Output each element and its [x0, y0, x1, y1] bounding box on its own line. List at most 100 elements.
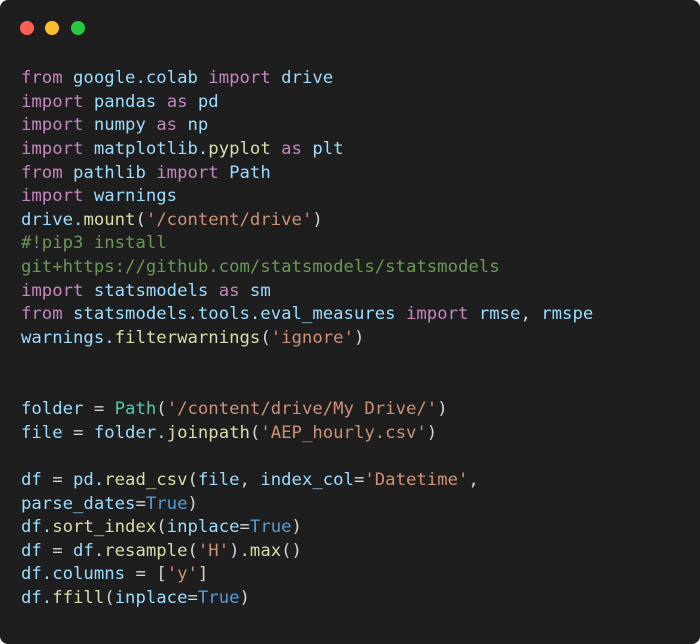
code-token: , [468, 469, 479, 490]
code-token: max [249, 540, 282, 561]
code-token: df. [73, 540, 105, 561]
code-line: from statsmodels.tools.eval_measures imp… [21, 303, 593, 327]
code-token: resample [104, 540, 188, 561]
code-token: ) [353, 328, 365, 349]
code-token: google.colab [73, 68, 198, 88]
code-line: df.columns = ['y'] [21, 563, 593, 587]
code-token: = [239, 517, 250, 538]
code-token: from [21, 68, 63, 88]
code-token: statsmodels [93, 280, 209, 301]
close-window-dot-icon[interactable] [20, 21, 34, 35]
code-token: ) [187, 493, 198, 514]
code-block: from google.colab import drive import pan… [21, 67, 593, 611]
code-token: df. [21, 588, 53, 609]
code-token: rmspe [541, 304, 594, 325]
code-line: import statsmodels as sm [21, 280, 593, 304]
code-token: as [156, 115, 178, 136]
code-token: Path [229, 162, 271, 183]
code-token: ) [437, 398, 448, 419]
code-token: file [197, 469, 240, 490]
code-token: read_csv [104, 469, 188, 490]
code-token: Path [114, 398, 157, 419]
code-token: ( [156, 398, 167, 419]
code-token: pd. [73, 469, 105, 490]
code-token: , [520, 304, 542, 325]
code-token: as [218, 280, 240, 301]
code-token: folder. [93, 422, 167, 443]
code-token: git+https://github.com/statsmodels/stats… [21, 257, 500, 278]
code-token: warnings [93, 186, 178, 207]
maximize-window-dot-icon[interactable] [71, 21, 85, 35]
code-token: import [21, 91, 84, 112]
code-token: as [281, 138, 302, 159]
code-token: drive. [21, 209, 84, 230]
code-token: import [21, 138, 84, 159]
code-token: ( [249, 422, 261, 443]
code-token: inplace [114, 588, 188, 609]
code-token: ( [260, 328, 271, 349]
code-token: file [21, 422, 63, 443]
code-token: import [21, 186, 84, 207]
code-token: parse_dates [21, 493, 136, 514]
code-token: 'y' [166, 564, 198, 585]
code-token: import [21, 115, 84, 136]
code-token: , [239, 469, 261, 490]
code-line: warnings.filterwarnings('ignore') [21, 327, 593, 351]
code-line: file = folder.joinpath('AEP_hourly.csv') [21, 422, 593, 446]
code-token: from [21, 304, 63, 325]
code-token: import [156, 162, 219, 183]
code-token: df. [21, 517, 53, 538]
code-token: drive [281, 68, 334, 88]
code-token: = [41, 469, 74, 490]
code-token: ( [187, 540, 198, 561]
code-token: folder [21, 398, 84, 419]
code-line: import pandas as pd [21, 91, 593, 115]
code-token: statsmodels.tools.eval_measures [73, 304, 396, 325]
code-token: ) [312, 209, 323, 230]
code-token: ( [156, 517, 167, 538]
code-token: ( [104, 588, 115, 609]
code-token: '/content/drive' [145, 209, 313, 230]
code-token: 'H' [197, 540, 230, 561]
code-token: matplotlib. [93, 138, 209, 159]
minimize-window-dot-icon[interactable] [45, 21, 59, 35]
code-line: import numpy as np [21, 114, 593, 138]
code-token: ( [135, 209, 146, 230]
code-line: df.sort_index(inplace=True) [21, 516, 593, 540]
code-token: ffill [52, 588, 105, 609]
code-token: warnings. [21, 328, 115, 349]
code-token: = [135, 493, 146, 514]
code-line: drive.mount('/content/drive') [21, 209, 593, 233]
code-token: = [41, 540, 74, 561]
code-token: df [21, 540, 42, 561]
code-token: joinpath [166, 422, 250, 443]
code-token: ( [187, 469, 198, 490]
code-token: True [145, 493, 188, 514]
code-line: #!pip3 install [21, 232, 593, 256]
code-line: from google.colab import drive [21, 67, 593, 91]
code-token: inplace [166, 517, 240, 538]
code-token: plt [312, 138, 344, 159]
code-token: pandas [93, 91, 157, 112]
code-token: import [21, 280, 84, 301]
code-token: sm [249, 280, 271, 301]
